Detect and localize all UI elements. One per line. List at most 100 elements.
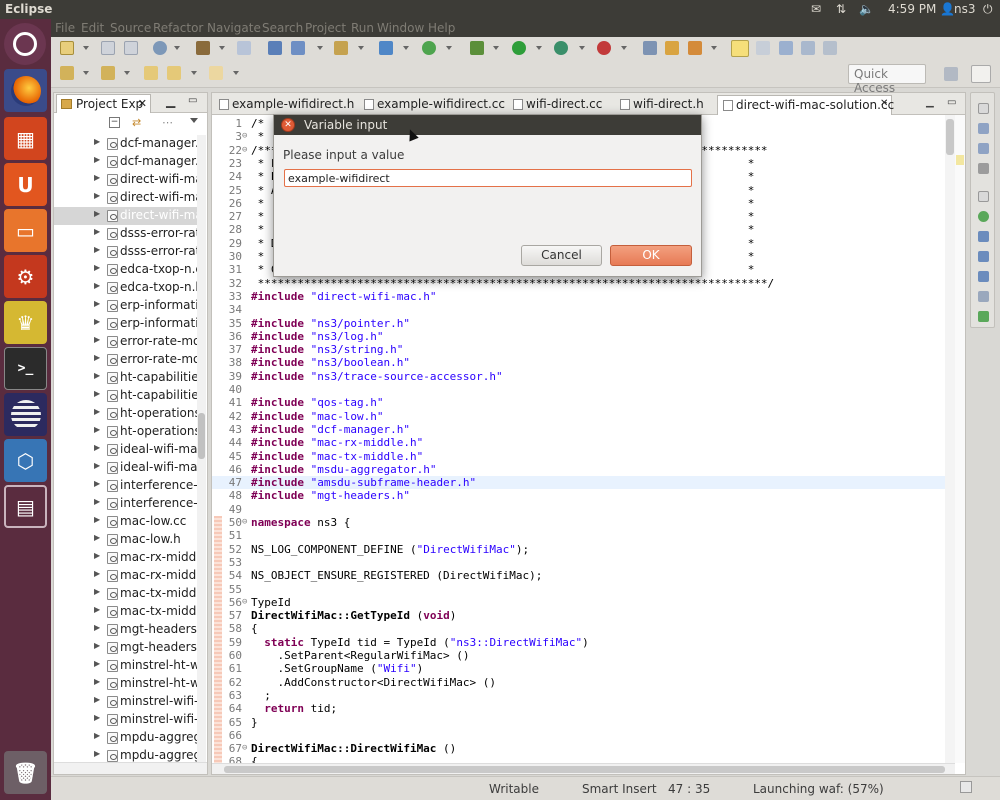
file-tree-item[interactable]: ▶ direct-wifi-mac — [54, 189, 197, 207]
code-line[interactable]: 58 { — [212, 622, 955, 635]
editor-tab[interactable]: example-wifidirect.cc — [359, 95, 505, 115]
network-icon[interactable]: ⇅ — [836, 2, 846, 16]
editor-tab[interactable]: wifi-direct.h — [615, 95, 715, 115]
fold-icon[interactable]: ⊖ — [242, 516, 247, 529]
volume-icon[interactable]: 🔈 — [859, 2, 874, 16]
terminal-icon[interactable]: >_ — [4, 347, 47, 390]
code-line[interactable]: 66 — [212, 729, 955, 742]
editor-tab[interactable]: wifi-direct.cc — [508, 95, 608, 115]
expand-arrow-icon[interactable]: ▶ — [94, 623, 100, 632]
code-line[interactable]: 63 ; — [212, 689, 955, 702]
toggle-breadcrumb-icon[interactable] — [756, 41, 770, 55]
file-tree-item[interactable]: ▶ interference-he — [54, 495, 197, 513]
quick-access-field[interactable]: Quick Access — [848, 64, 926, 95]
code-line[interactable]: 53 — [212, 556, 955, 569]
debug-dropdown-icon[interactable] — [493, 46, 499, 50]
mail-icon[interactable]: ✉ — [811, 2, 821, 16]
overview-marker[interactable] — [956, 155, 964, 165]
code-line[interactable]: 55 — [212, 583, 955, 596]
prev-annotation-icon[interactable] — [101, 66, 115, 80]
expand-arrow-icon[interactable]: ▶ — [94, 587, 100, 596]
editor-tab-active[interactable]: direct-wifi-mac-solution.cc ✕ — [717, 95, 894, 115]
expand-arrow-icon[interactable]: ▶ — [94, 551, 100, 560]
expand-arrow-icon[interactable]: ▶ — [94, 407, 100, 416]
code-line[interactable]: 51 — [212, 529, 955, 542]
hammer-icon[interactable] — [196, 41, 210, 55]
expand-arrow-icon[interactable]: ▶ — [94, 335, 100, 344]
close-icon[interactable]: ✕ — [880, 98, 888, 109]
restore-icon[interactable] — [978, 103, 989, 114]
tasks-icon[interactable] — [978, 231, 989, 242]
file-tree-item[interactable]: ▶ ideal-wifi-mana — [54, 459, 197, 477]
cancel-button[interactable]: Cancel — [521, 245, 602, 266]
code-line[interactable]: 36 #include "ns3/log.h" — [212, 330, 955, 343]
restore-icon[interactable] — [978, 191, 989, 202]
editor-scrollbar[interactable] — [945, 115, 955, 763]
clean-icon[interactable] — [237, 41, 251, 55]
problems-icon[interactable] — [978, 211, 989, 222]
expand-arrow-icon[interactable]: ▶ — [94, 353, 100, 362]
show-whitespace-icon[interactable] — [823, 41, 837, 55]
files-icon[interactable]: ▭ — [4, 209, 47, 252]
code-line[interactable]: 56 ⊖ TypeId — [212, 596, 955, 609]
software-center-icon[interactable]: ▦ — [4, 117, 47, 160]
menu-help[interactable]: Help — [428, 21, 455, 35]
fold-icon[interactable]: ⊖ — [242, 596, 247, 609]
file-tree-item[interactable]: ▶ mac-tx-middle — [54, 585, 197, 603]
project-explorer-tab[interactable]: Project Exp ✕ — [56, 94, 151, 113]
include-browser-icon[interactable] — [978, 143, 989, 154]
expand-arrow-icon[interactable]: ▶ — [94, 479, 100, 488]
maximize-icon[interactable]: ▭ — [188, 95, 197, 106]
prev-annotation-dropdown-icon[interactable] — [124, 71, 130, 75]
hammer-dropdown-icon[interactable] — [219, 46, 225, 50]
new-file-icon[interactable] — [379, 41, 393, 55]
expand-arrow-icon[interactable]: ▶ — [94, 245, 100, 254]
code-line[interactable]: 46 #include "msdu-aggregator.h" — [212, 463, 955, 476]
new-class-dropdown-icon[interactable] — [317, 46, 323, 50]
file-tree-item[interactable]: ▶ interference-he — [54, 477, 197, 495]
firefox-icon[interactable] — [4, 69, 47, 112]
editor-tab[interactable]: example-wifidirect.h — [214, 95, 354, 115]
coverage-icon[interactable] — [554, 41, 568, 55]
file-tree-item[interactable]: ▶ dsss-error-rate — [54, 225, 197, 243]
file-tree-item[interactable]: ▶ mac-rx-middle — [54, 567, 197, 585]
file-tree-item[interactable]: ▶ error-rate-mod — [54, 333, 197, 351]
code-line[interactable]: 45 #include "mac-tx-middle.h" — [212, 450, 955, 463]
next-annotation-dropdown-icon[interactable] — [83, 71, 89, 75]
code-line[interactable]: 42 #include "mac-low.h" — [212, 410, 955, 423]
external-tools-dropdown-icon[interactable] — [621, 46, 627, 50]
file-tree-item[interactable]: ▶ ht-operations.c — [54, 405, 197, 423]
progress-view-icon[interactable] — [960, 781, 972, 793]
new-dropdown-icon[interactable] — [83, 46, 89, 50]
expand-arrow-icon[interactable]: ▶ — [94, 641, 100, 650]
value-input[interactable] — [284, 169, 692, 187]
expand-arrow-icon[interactable]: ▶ — [94, 569, 100, 578]
file-tree-item[interactable]: ▶ minstrel-ht-wif — [54, 675, 197, 693]
code-line[interactable]: 65} — [212, 716, 955, 729]
expand-arrow-icon[interactable]: ▶ — [94, 173, 100, 182]
build-all-icon[interactable] — [153, 41, 167, 55]
expand-arrow-icon[interactable]: ▶ — [94, 299, 100, 308]
code-line[interactable]: 67 ⊖ DirectWifiMac::DirectWifiMac () — [212, 742, 955, 755]
file-tree-item[interactable]: ▶ direct-wifi-mac — [54, 171, 197, 189]
expand-arrow-icon[interactable]: ▶ — [94, 443, 100, 452]
menu-project[interactable]: Project — [305, 21, 346, 35]
code-line[interactable]: 41 #include "qos-tag.h" — [212, 396, 955, 409]
debug-config-icon[interactable] — [268, 41, 282, 55]
last-edit-icon[interactable] — [144, 66, 158, 80]
file-tree-item[interactable]: ▶ erp-information — [54, 297, 197, 315]
new-file-dropdown-icon[interactable] — [403, 46, 409, 50]
workspace-switcher-icon[interactable]: ▤ — [4, 485, 47, 528]
file-tree-item[interactable]: ▶ mac-rx-middle — [54, 549, 197, 567]
ok-button[interactable]: OK — [610, 245, 692, 266]
scrollbar-thumb[interactable] — [946, 119, 954, 155]
file-tree-item[interactable]: ▶ ht-operations.l — [54, 423, 197, 441]
word-wrap-icon[interactable] — [801, 41, 815, 55]
settings-icon[interactable]: ⚙ — [4, 255, 47, 298]
power-icon[interactable]: ⏻ — [983, 2, 993, 17]
scrollbar-thumb[interactable] — [198, 413, 205, 459]
mahjong-icon[interactable]: ♛ — [4, 301, 47, 344]
open-type-dropdown-icon[interactable] — [358, 46, 364, 50]
menu-run[interactable]: Run — [351, 21, 374, 35]
ubuntu-one-icon[interactable]: U — [4, 163, 47, 206]
